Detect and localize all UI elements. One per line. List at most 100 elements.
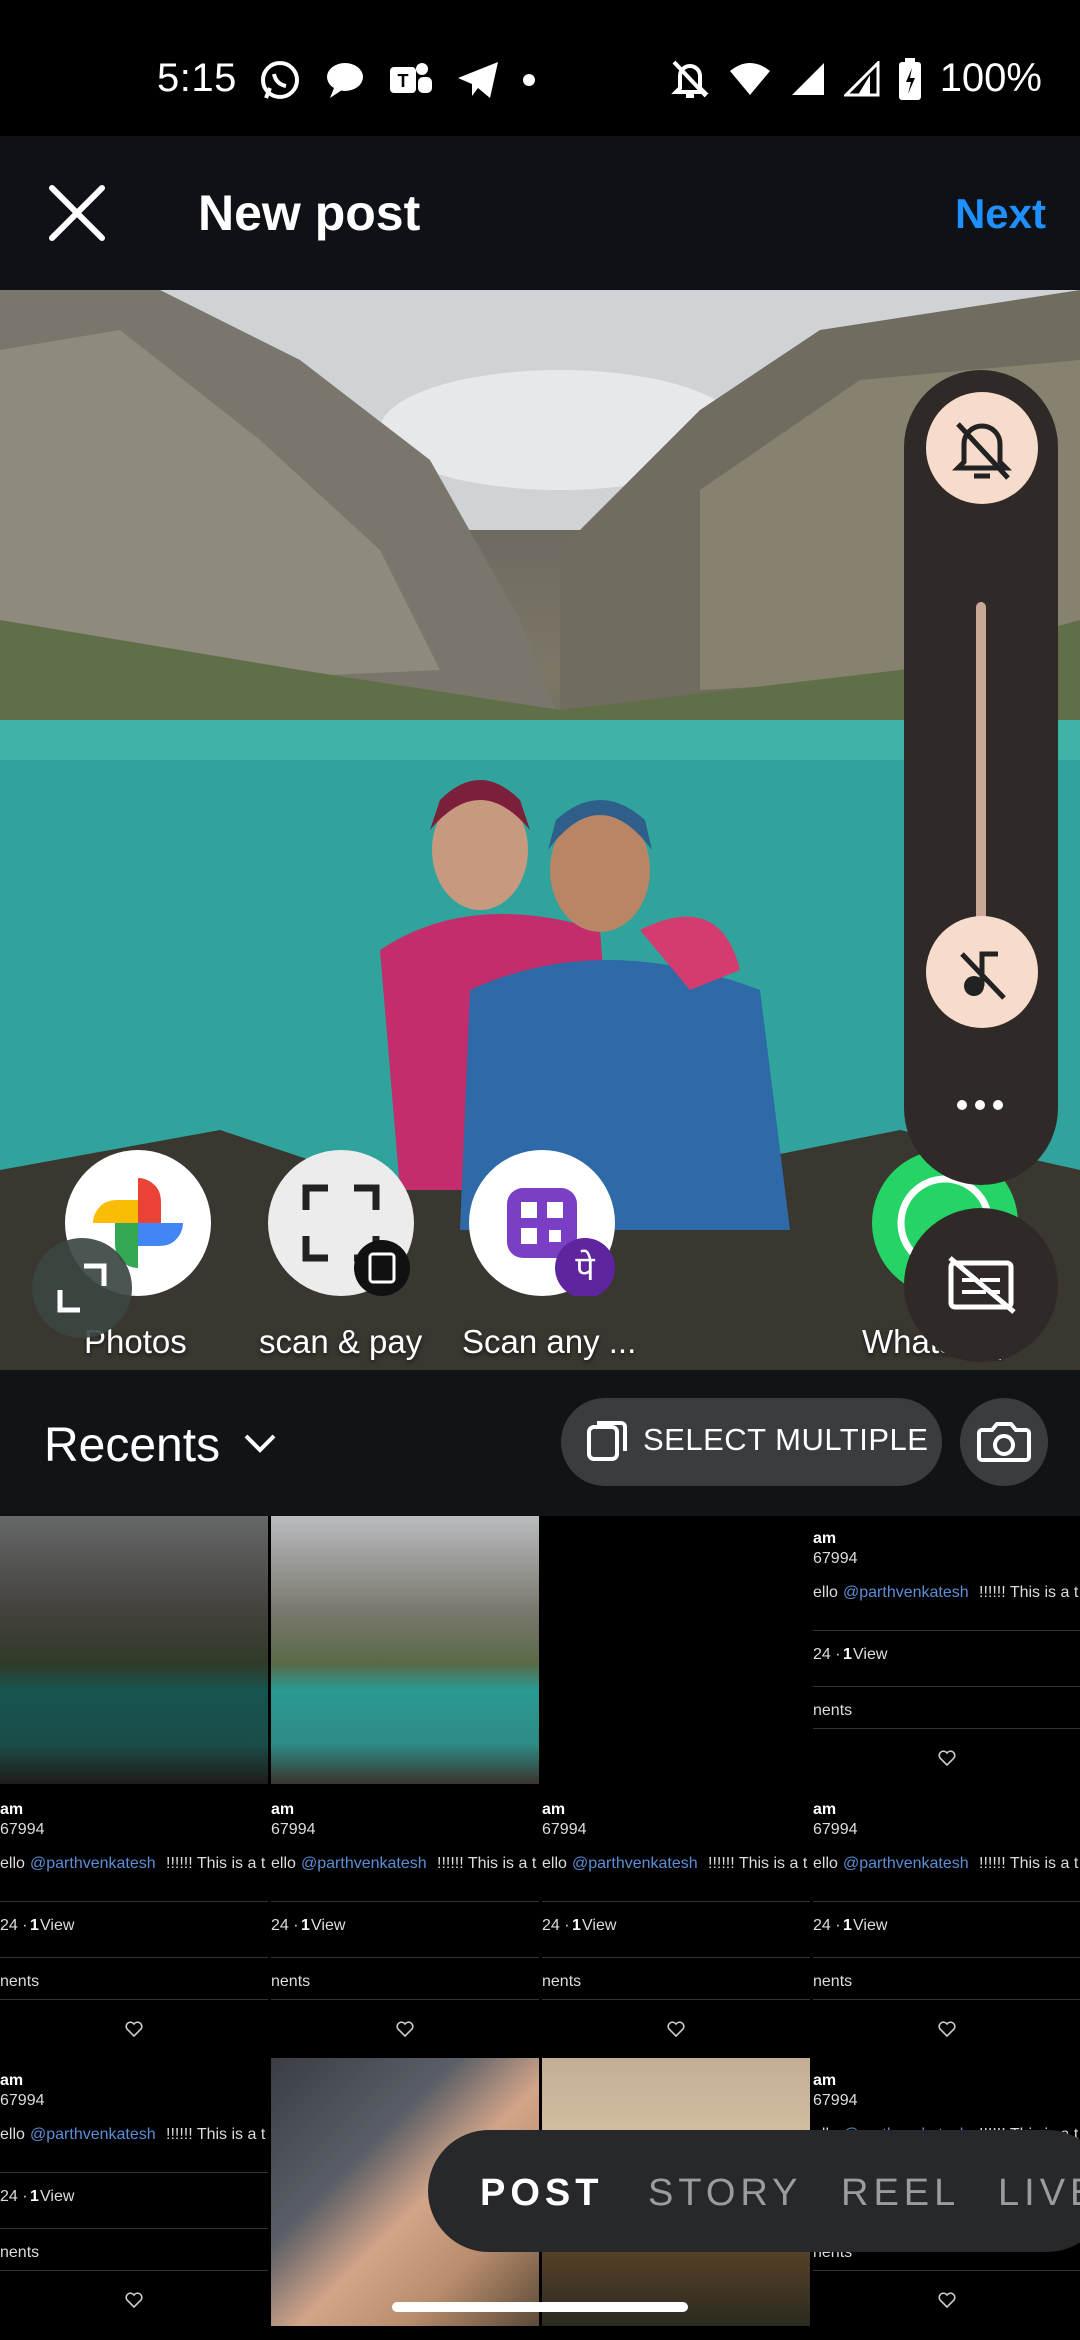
heart-icon [396,2021,414,2038]
tweet-body-prefix: ello [813,1855,838,1872]
app-header [0,136,1080,290]
tweet-handle: 67994 [0,1821,45,1838]
tweet-mention: @parthvenkatesh [843,1584,969,1601]
tweet-handle: 67994 [813,1821,858,1838]
tweet-divider [542,1901,810,1902]
phonepe-scan-app[interactable]: पे [469,1150,615,1298]
scan-pay-app[interactable] [268,1150,414,1296]
status-time: 5:15 [157,56,237,100]
next-button[interactable]: Next [955,190,1046,238]
tweet-handle: 67994 [542,1821,587,1838]
tweet-divider [0,1957,268,1958]
tweet-divider [813,1728,1080,1729]
page-title: New post [198,185,421,241]
tweet-divider [813,1630,1080,1631]
tweet-mention: @parthvenkatesh [30,1855,156,1872]
tweet-name: am [542,1801,566,1818]
live-caption-button[interactable] [904,1208,1058,1362]
grid-thumbnail[interactable]: am 67994 ello @parthvenkatesh !!!!!! This i… [0,1787,268,2055]
grid-thumbnail[interactable] [542,1516,810,1784]
camera-button[interactable] [960,1398,1048,1486]
expand-button[interactable] [32,1238,132,1338]
tweet-name: am [813,2072,837,2089]
select-multiple-button[interactable]: SELECT MULTIPLE [561,1398,942,1486]
tweet-divider [271,1957,539,1958]
tweet-views: 1 [301,1917,310,1934]
svg-text:T: T [398,71,409,91]
tweet-views-label: View [582,1917,617,1934]
heart-icon [938,2021,956,2038]
wifi-icon [729,62,770,95]
grid-thumbnail[interactable]: am 67994 ello @parthvenkatesh !!!!!! This i… [271,1787,539,2055]
ringer-mode-button[interactable] [926,392,1038,504]
tweet-body-suffix: !!!!!! This is a t [708,1855,808,1872]
album-selector-label[interactable]: Recents [44,1418,220,1473]
volume-slider-track[interactable] [976,602,986,937]
tweet-meta: 24 · [813,1917,841,1934]
tweet-body-suffix: !!!!!! This is a t [437,1855,537,1872]
system-icons: 100% [670,56,1042,101]
tweet-body-prefix: ello [0,1855,25,1872]
tweet-views: 1 [843,1646,852,1663]
battery-percent: 100% [939,56,1042,100]
status-bar: 5:15 T 100% [0,0,1080,136]
tweet-name: am [0,1801,24,1818]
phonepe-scan-icon: पे [507,1188,615,1298]
tweet-views-label: View [853,1646,888,1663]
notification-icons: T [258,58,536,102]
grid-thumbnail[interactable] [271,1516,539,1784]
grid-thumbnail[interactable]: am 67994 ello @parthvenkatesh !!!!!! This i… [813,1516,1080,1784]
more-horizontal-icon[interactable] [950,1090,1010,1120]
tweet-divider [542,1957,810,1958]
grid-thumbnail[interactable] [0,1516,268,1784]
tweet-handle: 67994 [813,1550,858,1567]
heart-icon [667,2021,685,2038]
mode-story[interactable]: STORY [648,2172,803,2215]
tweet-comments: nents [813,1973,853,1990]
dot-icon [523,74,535,86]
home-indicator[interactable] [392,2302,688,2312]
close-icon[interactable] [48,184,106,242]
tweet-comments: nents [0,1973,40,1990]
chat-icon [327,63,363,98]
tweet-views-label: View [853,1917,888,1934]
caption-off-icon [948,1256,1016,1314]
tweet-handle: 67994 [271,1821,316,1838]
expand-icon [57,1263,107,1313]
tweet-body-prefix: ello [0,2126,25,2143]
scan-pay-icon [302,1184,410,1296]
tweet-views: 1 [30,1917,39,1934]
tweet-mention: @parthvenkatesh [843,1855,969,1872]
grid-thumbnail[interactable]: am 67994 ello @parthvenkatesh !!!!!! This i… [813,1787,1080,2055]
tweet-divider [542,1999,810,2000]
heart-icon [125,2292,143,2309]
tweet-divider [813,2270,1080,2271]
tweet-divider [813,1957,1080,1958]
tweet-divider [271,1901,539,1902]
tweet-views: 1 [843,1917,852,1934]
tweet-body-prefix: ello [813,1584,838,1601]
app-label-scan-pay: scan & pay [259,1323,423,1360]
mode-post[interactable]: POST [480,2172,603,2215]
signal-icon [791,62,824,95]
tweet-body-prefix: ello [542,1855,567,1872]
tweet-handle: 67994 [0,2092,45,2109]
heart-icon [938,2292,956,2309]
grid-thumbnail[interactable]: am 67994 ello @parthvenkatesh !!!!!! This i… [542,1787,810,2055]
tweet-divider [813,1686,1080,1687]
select-multiple-label: SELECT MULTIPLE [643,1422,929,1457]
app-label-scan-any: Scan any ... [462,1323,637,1360]
mode-live[interactable]: LIVE [998,2172,1080,2215]
tweet-meta: 24 · [271,1917,299,1934]
volume-slider-thumb[interactable] [926,916,1038,1028]
tweet-body-suffix: !!!!!! This is a t [166,2126,266,2143]
svg-text:पे: पे [575,1249,595,1289]
bell-off-icon [951,422,1013,480]
mode-reel[interactable]: REEL [841,2172,960,2215]
grid-thumbnail[interactable]: am 67994 ello @parthvenkatesh !!!!!! This i… [0,2058,268,2326]
tweet-meta: 24 · [542,1917,570,1934]
tweet-views-label: View [40,1917,75,1934]
multi-select-icon [587,1421,627,1461]
chevron-down-icon[interactable] [240,1428,280,1458]
tweet-name: am [0,2072,24,2089]
